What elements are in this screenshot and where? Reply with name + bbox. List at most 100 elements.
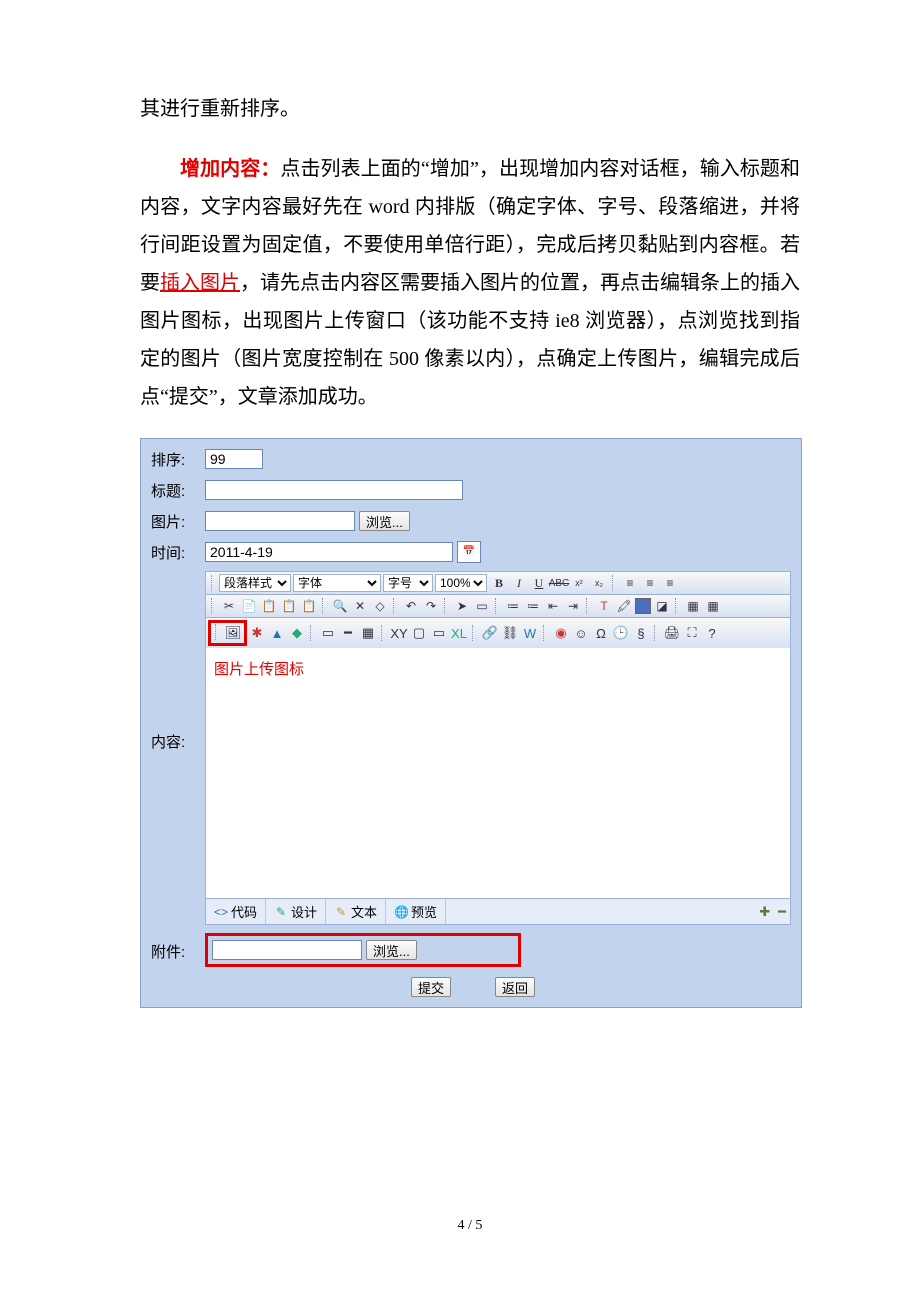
indent-icon[interactable]: ⇥ bbox=[564, 597, 582, 615]
paste-word-icon[interactable]: 📋 bbox=[280, 597, 298, 615]
superscript-icon[interactable]: x² bbox=[570, 574, 588, 592]
special-char-icon[interactable]: Ω bbox=[592, 624, 610, 642]
input-title[interactable] bbox=[205, 480, 463, 500]
insert-media-icon[interactable]: ▲ bbox=[268, 624, 286, 642]
sep-icon bbox=[495, 598, 500, 614]
input-sort[interactable] bbox=[205, 449, 263, 469]
emoji-icon[interactable]: ☺ bbox=[572, 624, 590, 642]
pointer-icon[interactable]: ➤ bbox=[453, 597, 471, 615]
bold-icon[interactable]: B bbox=[490, 574, 508, 592]
sep-icon bbox=[586, 598, 591, 614]
toolbar-row-3: 🖼 ✱ ▲ ◆ ▭ ━ ▦ XY ▢ ▭ XL 🔗 ⛓ bbox=[205, 617, 791, 648]
find-icon[interactable]: 🔍 bbox=[331, 597, 349, 615]
preview-icon: 🌐 bbox=[394, 905, 408, 919]
calendar-icon[interactable]: 📅 bbox=[457, 541, 481, 563]
label-content: 内容: bbox=[151, 571, 205, 752]
form-icon[interactable]: ▢ bbox=[410, 624, 428, 642]
print-icon[interactable]: 🖨 bbox=[663, 624, 681, 642]
expand-icon[interactable]: ✚ bbox=[755, 904, 774, 920]
table-props-icon[interactable]: ▦ bbox=[704, 597, 722, 615]
fullscreen-icon[interactable]: ⛶ bbox=[683, 624, 701, 642]
back-button[interactable]: 返回 bbox=[495, 977, 535, 997]
tab-preview-label: 预览 bbox=[411, 902, 437, 921]
rich-editor: 段落样式 字体 字号 100% B I U ABC x² x₂ ≡ ≡ ≡ bbox=[205, 571, 791, 925]
cut-icon[interactable]: ✂ bbox=[220, 597, 238, 615]
label-title: 标题: bbox=[151, 478, 205, 501]
delete-icon[interactable]: ✕ bbox=[351, 597, 369, 615]
link-icon[interactable]: 🔗 bbox=[481, 624, 499, 642]
label-time: 时间: bbox=[151, 540, 205, 563]
sep-icon bbox=[381, 625, 386, 641]
backcolor-icon[interactable]: 🖍 bbox=[615, 597, 633, 615]
tab-text[interactable]: ✎ 文本 bbox=[326, 899, 386, 924]
datetime-icon[interactable]: 🕒 bbox=[612, 624, 630, 642]
web-icon[interactable]: W bbox=[521, 624, 539, 642]
submit-button[interactable]: 提交 bbox=[411, 977, 451, 997]
input-image-path[interactable] bbox=[205, 511, 355, 531]
excel-icon[interactable]: XL bbox=[450, 624, 468, 642]
row-sort: 排序: bbox=[151, 447, 791, 470]
browse-attach-button[interactable]: 浏览... bbox=[366, 940, 417, 960]
grid-icon[interactable]: ▦ bbox=[359, 624, 377, 642]
input-time[interactable] bbox=[205, 542, 453, 562]
hr-icon[interactable]: ━ bbox=[339, 624, 357, 642]
symbol-icon[interactable]: § bbox=[632, 624, 650, 642]
toolbar-row-1: 段落样式 字体 字号 100% B I U ABC x² x₂ ≡ ≡ ≡ bbox=[205, 571, 791, 594]
subscript-icon[interactable]: x₂ bbox=[590, 574, 608, 592]
unlink-icon[interactable]: ⛓ bbox=[501, 624, 519, 642]
textbox-icon[interactable]: XY bbox=[390, 624, 408, 642]
browse-image-button[interactable]: 浏览... bbox=[359, 511, 410, 531]
page-footer: 4 / 5 bbox=[140, 1218, 800, 1234]
layout-icon[interactable]: ▭ bbox=[319, 624, 337, 642]
ordered-list-icon[interactable]: ≔ bbox=[504, 597, 522, 615]
strike-icon[interactable]: ABC bbox=[550, 574, 568, 592]
undo-icon[interactable]: ↶ bbox=[402, 597, 420, 615]
editor-body[interactable]: 图片上传图标 bbox=[205, 648, 791, 899]
submit-row: 提交 返回 bbox=[151, 977, 791, 997]
sep-icon bbox=[543, 625, 548, 641]
text-icon: ✎ bbox=[334, 905, 348, 919]
select-all-icon[interactable]: ▭ bbox=[473, 597, 491, 615]
outdent-icon[interactable]: ⇤ bbox=[544, 597, 562, 615]
anchor-icon[interactable]: ◉ bbox=[552, 624, 570, 642]
row-time: 时间: 📅 bbox=[151, 540, 791, 563]
help-icon[interactable]: ? bbox=[703, 624, 721, 642]
form-panel: 排序: 标题: 图片: 浏览... 时间: 📅 内容: 段落样式 字 bbox=[140, 438, 802, 1008]
select-paragraph-style[interactable]: 段落样式 bbox=[219, 574, 291, 592]
align-right-icon[interactable]: ≡ bbox=[661, 574, 679, 592]
insert-flash-icon[interactable]: ✱ bbox=[248, 624, 266, 642]
copy-icon[interactable]: 📄 bbox=[240, 597, 258, 615]
insert-image-icon[interactable]: 🖼 bbox=[224, 624, 242, 642]
select-font[interactable]: 字体 bbox=[293, 574, 381, 592]
align-center-icon[interactable]: ≡ bbox=[641, 574, 659, 592]
italic-icon[interactable]: I bbox=[510, 574, 528, 592]
tab-design-label: 设计 bbox=[291, 902, 317, 921]
toolbar-grip-icon bbox=[211, 598, 216, 614]
redo-icon[interactable]: ↷ bbox=[422, 597, 440, 615]
align-left-icon[interactable]: ≡ bbox=[621, 574, 639, 592]
tab-code[interactable]: <> 代码 bbox=[206, 899, 266, 924]
paste-text-icon[interactable]: 📋 bbox=[300, 597, 318, 615]
sep-icon bbox=[322, 598, 327, 614]
paste-icon[interactable]: 📋 bbox=[260, 597, 278, 615]
tab-preview[interactable]: 🌐 预览 bbox=[386, 899, 446, 924]
button-icon[interactable]: ▭ bbox=[430, 624, 448, 642]
toolbar-row-2: ✂ 📄 📋 📋 📋 🔍 ✕ ◇ ↶ ↷ ➤ ▭ ≔ bbox=[205, 594, 791, 617]
code-icon: <> bbox=[214, 905, 228, 919]
forecolor-icon[interactable]: T bbox=[595, 597, 613, 615]
table-icon[interactable]: ▦ bbox=[684, 597, 702, 615]
tab-text-label: 文本 bbox=[351, 902, 377, 921]
eraser-icon[interactable]: ◇ bbox=[371, 597, 389, 615]
row-image: 图片: 浏览... bbox=[151, 509, 791, 532]
select-zoom[interactable]: 100% bbox=[435, 574, 487, 592]
tab-design[interactable]: ✎ 设计 bbox=[266, 899, 326, 924]
select-font-size[interactable]: 字号 bbox=[383, 574, 433, 592]
fontcolor-box-icon[interactable] bbox=[635, 598, 651, 614]
input-attach-path[interactable] bbox=[212, 940, 362, 960]
unordered-list-icon[interactable]: ≔ bbox=[524, 597, 542, 615]
collapse-icon[interactable]: ━ bbox=[774, 904, 790, 920]
sep-icon bbox=[654, 625, 659, 641]
underline-icon[interactable]: U bbox=[530, 574, 548, 592]
insert-file-icon[interactable]: ◆ bbox=[288, 624, 306, 642]
more-icon[interactable]: ◪ bbox=[653, 597, 671, 615]
